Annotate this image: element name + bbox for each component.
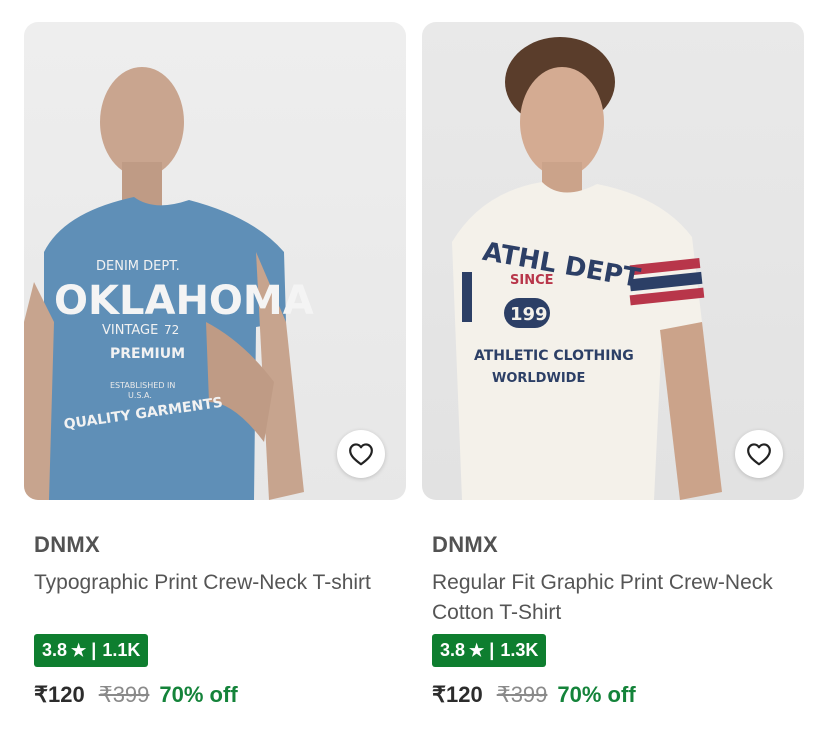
svg-text:DENIM DEPT.: DENIM DEPT.	[96, 259, 180, 274]
product-title[interactable]: Typographic Print Crew-Neck T-shirt	[34, 568, 394, 598]
discount-label: 70% off	[159, 682, 238, 707]
rating-value: 3.8	[440, 640, 466, 660]
rating-count: 1.1K	[102, 640, 141, 660]
rating-value: 3.8	[42, 640, 68, 660]
original-price: ₹399	[98, 682, 150, 707]
product-brand: DNMX	[432, 532, 498, 557]
rating-separator: |	[489, 640, 495, 660]
svg-text:1991: 1991	[510, 304, 560, 325]
original-price: ₹399	[496, 682, 548, 707]
product-photo: ATHL DEPT SINCE 1991 ATHLETIC CLOTHING W…	[452, 37, 722, 500]
svg-text:ATHLETIC CLOTHING: ATHLETIC CLOTHING	[474, 348, 634, 364]
rating-count: 1.3K	[500, 640, 539, 660]
star-icon: ★	[71, 640, 87, 660]
price-row: ₹120 ₹399 70% off	[34, 682, 238, 708]
wishlist-button[interactable]	[337, 430, 385, 478]
product-image[interactable]: DENIM DEPT. OKLAHOMA VINTAGE PREMIUM 72 …	[24, 22, 406, 500]
product-title[interactable]: Regular Fit Graphic Print Crew-Neck Cott…	[432, 568, 792, 628]
svg-text:OKLAHOMA: OKLAHOMA	[54, 278, 314, 324]
heart-outline-icon	[747, 443, 771, 466]
rating-separator: |	[91, 640, 97, 660]
price-row: ₹120 ₹399 70% off	[432, 682, 636, 708]
star-icon: ★	[469, 640, 485, 660]
svg-text:WORLDWIDE: WORLDWIDE	[492, 371, 585, 386]
selling-price: ₹120	[432, 682, 483, 707]
rating-badge: 3.8 ★ | 1.3K	[432, 634, 547, 667]
heart-outline-icon	[349, 443, 373, 466]
svg-text:VINTAGE: VINTAGE	[102, 323, 158, 338]
product-photo: DENIM DEPT. OKLAHOMA VINTAGE PREMIUM 72 …	[24, 67, 314, 500]
svg-text:PREMIUM: PREMIUM	[110, 346, 185, 362]
svg-text:SINCE: SINCE	[510, 273, 554, 288]
svg-text:U.S.A.: U.S.A.	[128, 391, 152, 400]
product-card[interactable]: ATHL DEPT SINCE 1991 ATHLETIC CLOTHING W…	[422, 22, 804, 707]
svg-text:72: 72	[164, 323, 179, 337]
wishlist-button[interactable]	[735, 430, 783, 478]
product-brand: DNMX	[34, 532, 100, 557]
product-card[interactable]: DENIM DEPT. OKLAHOMA VINTAGE PREMIUM 72 …	[24, 22, 406, 707]
product-image[interactable]: ATHL DEPT SINCE 1991 ATHLETIC CLOTHING W…	[422, 22, 804, 500]
rating-badge: 3.8 ★ | 1.1K	[34, 634, 149, 667]
svg-text:ESTABLISHED IN: ESTABLISHED IN	[110, 381, 175, 390]
discount-label: 70% off	[557, 682, 636, 707]
selling-price: ₹120	[34, 682, 85, 707]
